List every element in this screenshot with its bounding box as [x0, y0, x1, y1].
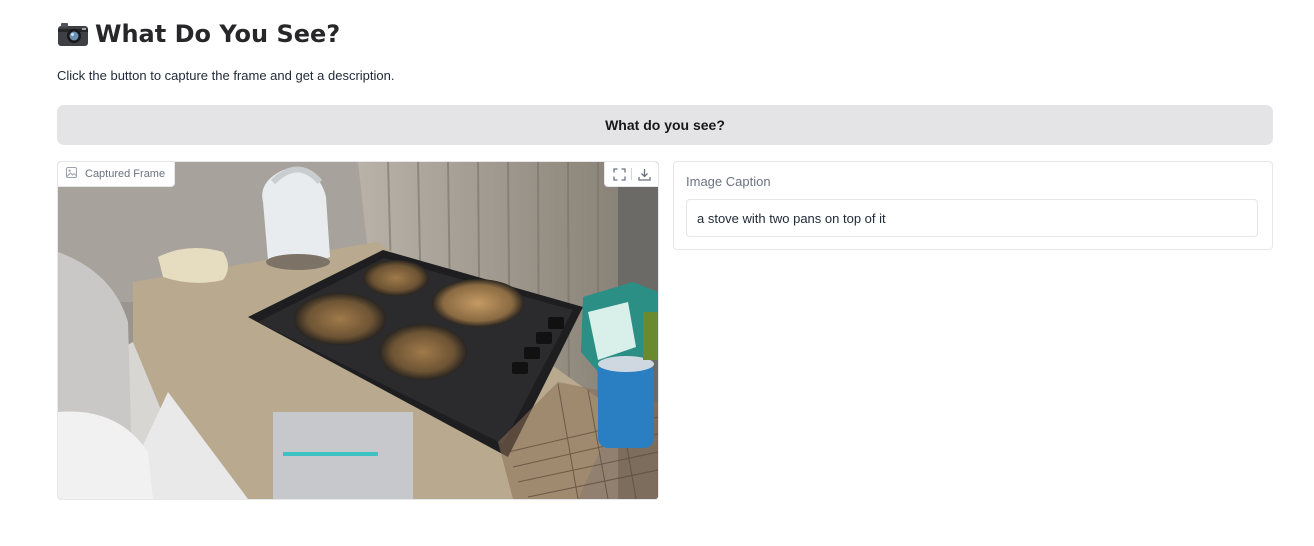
- camera-icon: [57, 21, 89, 47]
- captured-frame-label: Captured Frame: [58, 162, 176, 187]
- captured-frame-image: [58, 162, 658, 499]
- image-caption-label: Image Caption: [686, 174, 771, 189]
- captured-frame-panel: Captured Frame: [57, 161, 659, 500]
- what-do-you-see-button[interactable]: What do you see?: [57, 105, 1273, 145]
- toolbar-divider: [631, 168, 632, 180]
- captured-frame-label-text: Captured Frame: [85, 168, 166, 180]
- page-subtitle: Click the button to capture the frame an…: [57, 68, 395, 83]
- image-caption-field[interactable]: a stove with two pans on top of it: [686, 199, 1258, 237]
- download-icon[interactable]: [634, 164, 654, 184]
- image-caption-panel: Image Caption a stove with two pans on t…: [673, 161, 1273, 250]
- fullscreen-icon[interactable]: [609, 164, 629, 184]
- page-title: What Do You See?: [57, 16, 340, 52]
- title-text: What Do You See?: [95, 20, 341, 48]
- image-icon: [66, 167, 77, 181]
- frame-toolbar: [604, 162, 658, 187]
